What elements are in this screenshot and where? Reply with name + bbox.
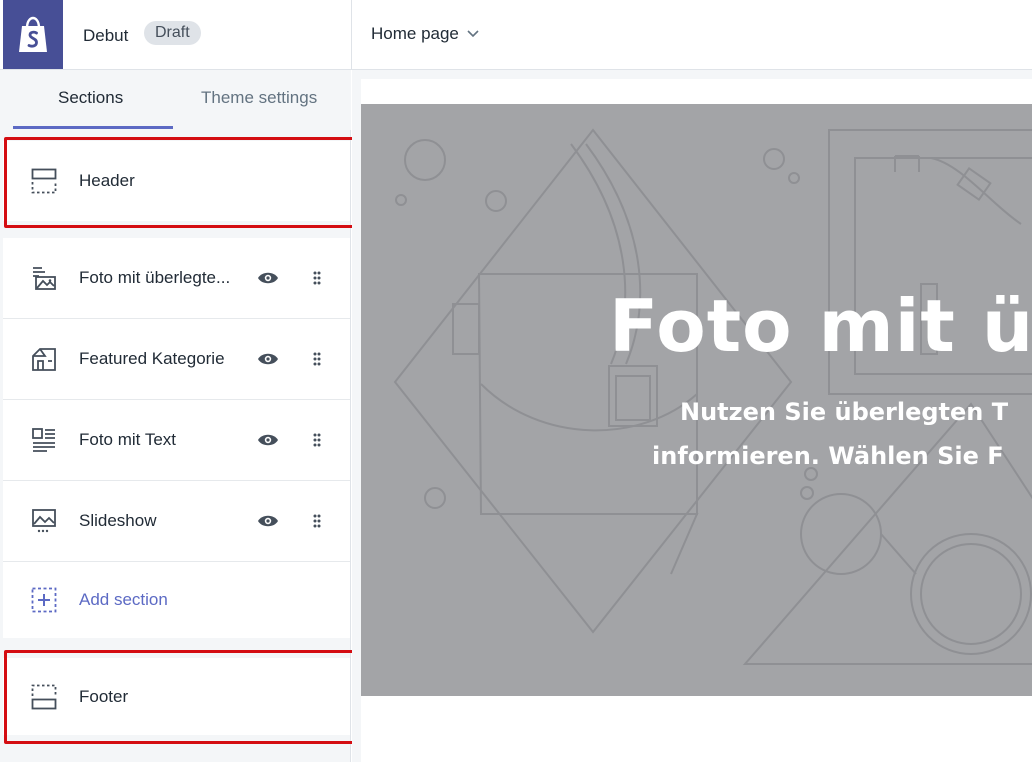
hero-title: Foto mit ül bbox=[609, 284, 1032, 368]
tab-sections[interactable]: Sections bbox=[58, 88, 123, 108]
sidebar-tabs: Sections Theme settings bbox=[3, 70, 351, 130]
top-bar: Debut Draft Home page bbox=[0, 0, 1032, 70]
section-label: Foto mit Text bbox=[79, 430, 176, 449]
shopify-logo[interactable] bbox=[3, 0, 63, 69]
add-section-label: Add section bbox=[79, 590, 168, 609]
sidebar: Sections Theme settings Header Foto mit … bbox=[0, 70, 351, 762]
section-item-image-overlay[interactable]: Foto mit überlegte... bbox=[3, 238, 350, 319]
eye-icon[interactable] bbox=[257, 348, 279, 370]
section-label: Foto mit überlegte... bbox=[79, 268, 231, 287]
hero-subtitle-line-2: informieren. Wählen Sie F bbox=[652, 442, 1004, 470]
eye-icon[interactable] bbox=[257, 267, 279, 289]
slideshow-icon bbox=[30, 507, 58, 535]
add-section-icon bbox=[30, 586, 58, 614]
shopping-bag-icon bbox=[19, 16, 47, 52]
collection-icon bbox=[30, 345, 58, 373]
section-label: Featured Kategorie bbox=[79, 349, 225, 368]
page-selector-label: Home page bbox=[371, 24, 459, 43]
tab-theme-settings[interactable]: Theme settings bbox=[201, 88, 317, 108]
section-label: Slideshow bbox=[79, 511, 157, 530]
footer-layout-icon bbox=[30, 683, 58, 711]
theme-name: Debut bbox=[83, 26, 129, 45]
section-item-image-with-text[interactable]: Foto mit Text bbox=[3, 400, 350, 481]
image-text-icon bbox=[30, 426, 58, 454]
footer-section-card: Footer bbox=[3, 658, 350, 735]
section-label: Footer bbox=[79, 686, 129, 706]
drag-handle-icon[interactable] bbox=[310, 513, 324, 529]
drag-handle-icon[interactable] bbox=[310, 351, 324, 367]
section-label: Header bbox=[79, 171, 135, 190]
hero-subtitle-line-1: Nutzen Sie überlegten T bbox=[680, 398, 1009, 426]
eye-icon[interactable] bbox=[257, 510, 279, 532]
image-overlay-icon bbox=[30, 264, 58, 292]
drag-handle-icon[interactable] bbox=[310, 270, 324, 286]
drag-handle-icon[interactable] bbox=[310, 432, 324, 448]
add-section-button[interactable]: Add section bbox=[3, 562, 350, 638]
sections-card: Foto mit überlegte... Featured Kategorie bbox=[3, 238, 350, 638]
hero-image-overlay: Foto mit ül Nutzen Sie überlegten T info… bbox=[361, 104, 1032, 696]
section-item-featured-collection[interactable]: Featured Kategorie bbox=[3, 319, 350, 400]
header-layout-icon bbox=[30, 167, 58, 195]
topbar-divider bbox=[351, 0, 352, 69]
active-tab-indicator bbox=[13, 126, 173, 129]
status-badge: Draft bbox=[144, 21, 201, 45]
page-selector[interactable]: Home page bbox=[371, 24, 479, 44]
chevron-down-icon bbox=[467, 30, 479, 38]
section-item-header[interactable]: Header bbox=[3, 141, 350, 221]
section-item-slideshow[interactable]: Slideshow bbox=[3, 481, 350, 562]
eye-icon[interactable] bbox=[257, 429, 279, 451]
header-section-card: Header bbox=[3, 141, 350, 221]
section-item-footer[interactable]: Footer bbox=[3, 658, 350, 735]
